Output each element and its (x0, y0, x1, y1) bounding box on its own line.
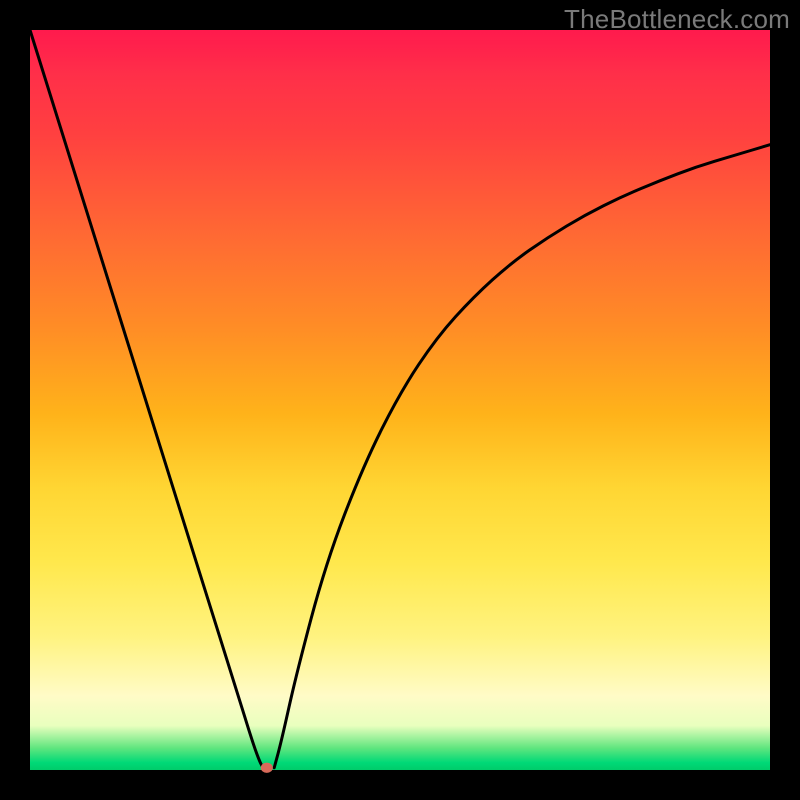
chart-frame: TheBottleneck.com (0, 0, 800, 800)
watermark-text: TheBottleneck.com (564, 4, 790, 35)
plot-area (30, 30, 770, 770)
curve-right-branch (274, 145, 770, 768)
min-marker (261, 763, 273, 773)
curve-left-branch (30, 30, 263, 768)
curve-layer (30, 30, 770, 770)
